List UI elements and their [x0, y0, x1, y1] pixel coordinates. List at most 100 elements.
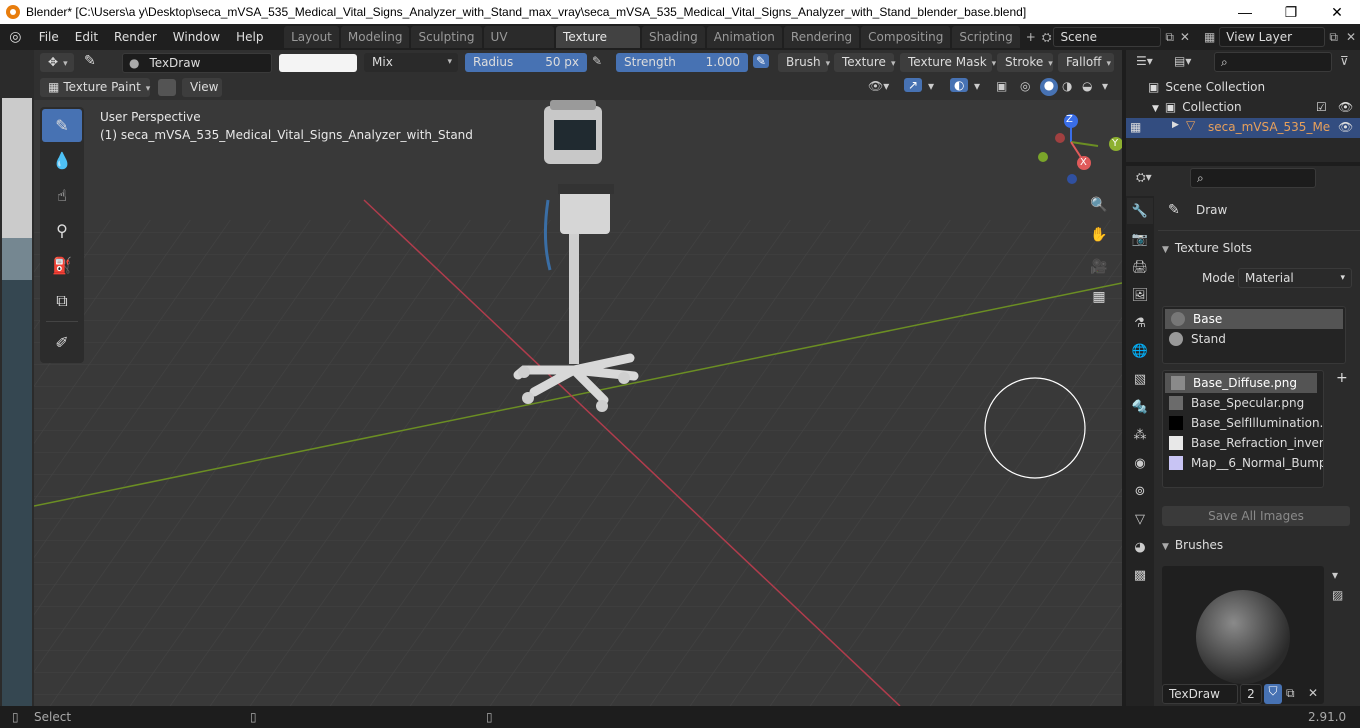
zoom-icon[interactable]: 🔍 [1086, 192, 1112, 218]
brush-menu[interactable]: Brush ▾ [778, 53, 830, 72]
particles-tab-icon[interactable]: ⁂ [1127, 422, 1153, 448]
shading-dropdown-icon[interactable]: ▾ [1102, 79, 1108, 93]
image-item[interactable]: Base_SelfIllumination.p... [1163, 413, 1323, 433]
add-workspace-button[interactable]: + [1022, 30, 1040, 44]
gizmo-toggle-icon[interactable]: ↗ [904, 78, 923, 92]
menu-edit[interactable]: Edit [67, 24, 106, 50]
outliner-display-mode-icon[interactable]: ▤▾ [1174, 54, 1191, 68]
tab-texture-paint[interactable]: Texture Paint [556, 26, 640, 66]
overlay-toggle-icon[interactable]: ◐ [950, 78, 969, 92]
wireframe-shading-icon[interactable]: ◎ [1020, 79, 1030, 93]
tool-tab-icon[interactable]: 🔧 [1127, 198, 1153, 224]
falloff-menu[interactable]: Falloff ▾ [1058, 53, 1114, 72]
world-tab-icon[interactable]: 🌐 [1127, 338, 1153, 364]
material-item-base[interactable]: Base [1165, 309, 1343, 329]
gizmo-z-label[interactable]: Z [1066, 114, 1073, 125]
mask-tool-icon[interactable]: ⧉ [42, 284, 82, 317]
new-view-layer-icon[interactable]: ⧉ [1329, 30, 1338, 45]
image-item[interactable]: Base_Specular.png [1163, 393, 1323, 413]
menu-window[interactable]: Window [165, 24, 228, 50]
brush-name-field[interactable]: ● TexDraw [122, 53, 272, 73]
fill-tool-icon[interactable]: ⛽ [42, 249, 82, 282]
tab-shading[interactable]: Shading [641, 26, 705, 48]
rendered-shading-icon[interactable]: ◒ [1082, 79, 1092, 93]
visibility-icon[interactable]: 👁▾ [868, 79, 889, 93]
scene-tab-icon[interactable]: ⚗ [1127, 310, 1153, 336]
properties-editor-type-icon[interactable]: ⛭▾ [1136, 170, 1152, 185]
camera-icon[interactable]: 🎥 [1086, 254, 1112, 280]
mode-dropdown[interactable]: Material ▾ [1238, 268, 1352, 288]
save-all-images-button[interactable]: Save All Images [1162, 506, 1350, 526]
brush-browse-icon[interactable]: ● [129, 56, 139, 70]
properties-search-input[interactable]: ⌕ [1190, 168, 1316, 188]
tab-compositing[interactable]: Compositing [861, 26, 951, 48]
tab-modeling[interactable]: Modeling [340, 26, 410, 48]
collection-expand-icon[interactable]: ▼ [1152, 104, 1159, 114]
physics-tab-icon[interactable]: ◉ [1127, 450, 1153, 476]
delete-scene-icon[interactable]: ✕ [1180, 30, 1190, 44]
modifier-tab-icon[interactable]: 🔩 [1127, 394, 1153, 420]
minimize-button[interactable]: — [1222, 0, 1268, 24]
brushes-header[interactable]: ▼ Brushes [1162, 538, 1223, 552]
radius-pressure-icon[interactable]: ✎ [592, 54, 602, 68]
unlink-brush-icon[interactable]: ✕ [1308, 686, 1318, 700]
material-shading-icon[interactable]: ◑ [1062, 79, 1072, 93]
texture-tab-icon[interactable]: ▩ [1127, 562, 1153, 588]
gizmo-dropdown-icon[interactable]: ▾ [928, 79, 934, 93]
scene-collection-row[interactable]: ▣ Scene Collection [1148, 80, 1265, 94]
tool-settings-dropdown[interactable]: ✥ ▾ [40, 53, 74, 72]
new-scene-icon[interactable]: ⧉ [1165, 30, 1174, 45]
outliner-editor-type-icon[interactable]: ☰▾ [1136, 54, 1153, 68]
tab-animation[interactable]: Animation [706, 26, 782, 48]
duplicate-brush-icon[interactable]: ⧉ [1286, 686, 1295, 701]
mode-dropdown[interactable]: ▦ Texture Paint ▾ [40, 78, 150, 97]
outliner-search-input[interactable]: ⌕ [1214, 52, 1332, 72]
tab-rendering[interactable]: Rendering [783, 26, 860, 48]
view-layer-tab-icon[interactable]: 🖼 [1127, 282, 1153, 308]
image-item[interactable]: Map__6_Normal_Bump.... [1163, 453, 1323, 473]
material-item-stand[interactable]: Stand [1163, 329, 1345, 349]
brush-users-count[interactable]: 2 [1240, 684, 1262, 704]
delete-view-layer-icon[interactable]: ✕ [1346, 30, 1356, 44]
data-tab-icon[interactable]: ▽ [1127, 506, 1153, 532]
color-swatch[interactable] [279, 54, 357, 72]
fake-user-shield-icon[interactable]: ⛉ [1264, 684, 1282, 704]
pan-hand-icon[interactable]: ✋ [1086, 222, 1112, 248]
collection-visibility-icon[interactable]: 👁 [1338, 100, 1353, 114]
view-menu[interactable]: View [182, 78, 222, 97]
material-tab-icon[interactable]: ◕ [1127, 534, 1153, 560]
3d-viewport[interactable]: Z Y X User Perspective (1) seca_mVSA_535… [34, 100, 1122, 706]
brush-name-field[interactable]: TexDraw [1162, 684, 1238, 704]
object-tab-icon[interactable]: ▧ [1127, 366, 1153, 392]
mask-toggle[interactable] [158, 79, 176, 96]
scene-field[interactable]: Scene [1053, 27, 1162, 47]
xray-toggle-icon[interactable]: ▣ [996, 79, 1007, 93]
strength-pressure-icon[interactable]: ✎ [753, 54, 770, 68]
radius-slider[interactable]: Radius 50 px [465, 53, 587, 72]
tab-sculpting[interactable]: Sculpting [411, 26, 482, 48]
tab-scripting[interactable]: Scripting [952, 26, 1020, 48]
strength-slider[interactable]: Strength 1.000 [616, 53, 748, 72]
texture-slots-header[interactable]: ▼ Texture Slots [1162, 241, 1252, 255]
object-visibility-icon[interactable]: 👁 [1338, 120, 1353, 134]
gizmo-y-label[interactable]: Y [1112, 138, 1118, 149]
texture-menu[interactable]: Texture ▾ [834, 53, 895, 72]
tab-layout[interactable]: Layout [284, 26, 339, 48]
constraints-tab-icon[interactable]: ⊚ [1127, 478, 1153, 504]
brush-browse-dropdown[interactable]: ▾ [1332, 568, 1338, 582]
stroke-menu[interactable]: Stroke ▾ [997, 53, 1053, 72]
annotate-tool-icon[interactable]: ✐ [42, 326, 82, 359]
tab-uv-editing[interactable]: UV Editing [483, 26, 555, 66]
add-slot-button[interactable]: + [1336, 370, 1348, 386]
filter-icon[interactable]: ⊽ [1340, 54, 1349, 68]
overlay-dropdown-icon[interactable]: ▾ [974, 79, 980, 93]
soften-tool-icon[interactable]: 💧 [42, 144, 82, 177]
brush-image-icon[interactable]: ▨ [1332, 588, 1343, 602]
collection-checkbox[interactable]: ☑ [1316, 100, 1327, 114]
blender-menu-icon[interactable]: ◎ [0, 29, 31, 45]
draw-tool-icon[interactable]: ✎ [42, 109, 82, 142]
solid-shading-icon[interactable]: ● [1040, 78, 1058, 96]
view-layer-field[interactable]: View Layer [1219, 27, 1326, 47]
image-item[interactable]: Base_Diffuse.png [1165, 373, 1317, 393]
menu-render[interactable]: Render [106, 24, 165, 50]
